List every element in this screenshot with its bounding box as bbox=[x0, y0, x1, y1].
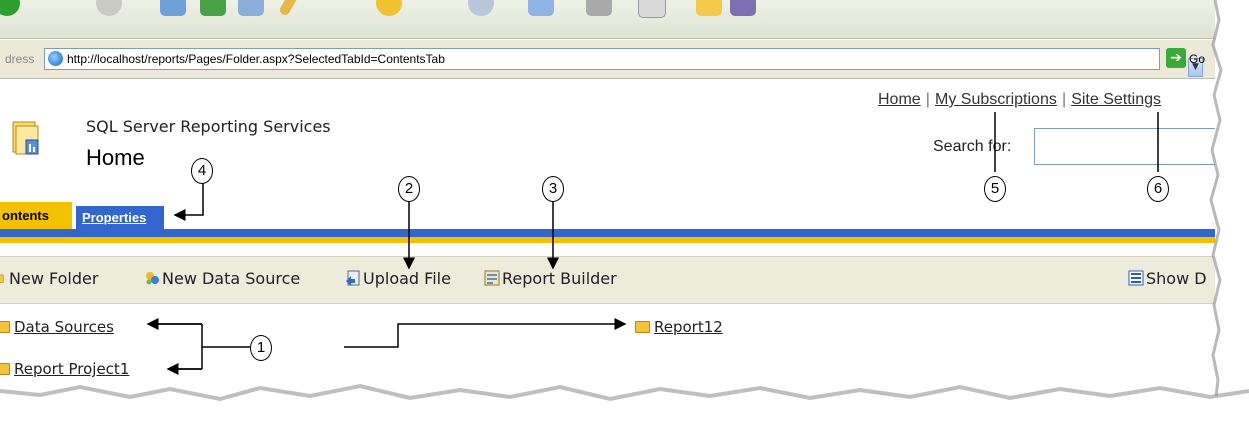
callout-6: 6 bbox=[1147, 176, 1169, 202]
torn-edge-bottom bbox=[0, 383, 1249, 425]
callout-1: 1 bbox=[250, 335, 272, 361]
callout-4: 4 bbox=[191, 158, 213, 184]
callout-3: 3 bbox=[542, 176, 564, 202]
torn-edge-right bbox=[1209, 0, 1249, 425]
callout-5: 5 bbox=[984, 176, 1006, 202]
callout-2: 2 bbox=[398, 176, 420, 202]
annotation-overlay bbox=[146, 112, 1159, 375]
